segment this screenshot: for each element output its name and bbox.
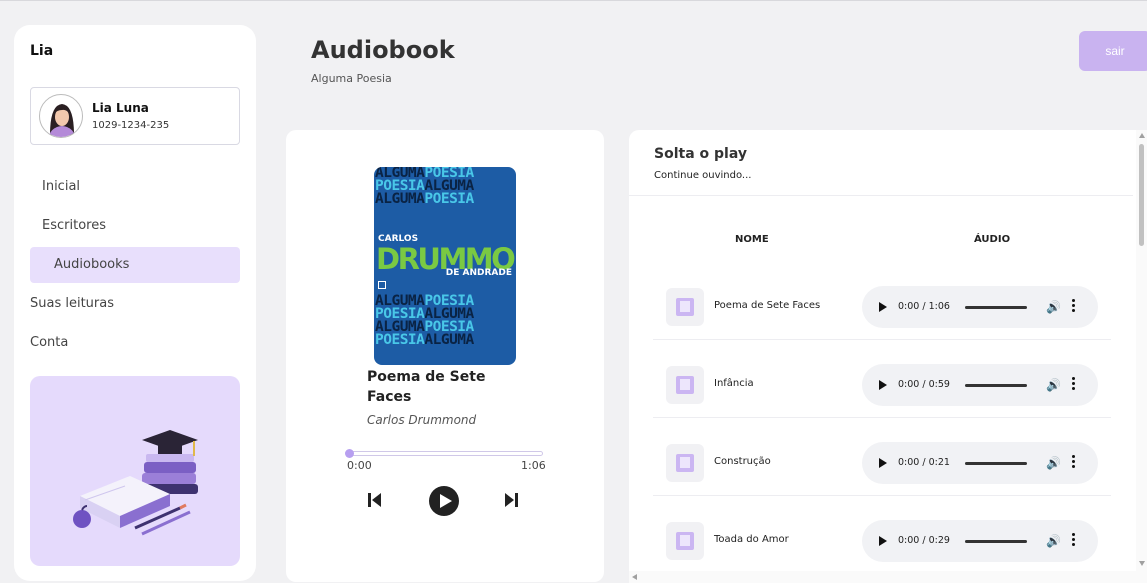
track-name: Toada do Amor [714, 534, 789, 545]
track-author: Carlos Drummond [367, 413, 477, 427]
cover-bottom-pattern: ALGUMAPOESIA POESIAALGUMA ALGUMAPOESIA P… [375, 293, 474, 348]
audio-player-card: ALGUMAPOESIA POESIAALGUMA ALGUMAPOESIA C… [286, 130, 604, 582]
audio-time: 0:00 / 0:59 [898, 379, 950, 390]
next-icon[interactable] [504, 492, 520, 512]
list-item: Toada do Amor 0:00 / 0:29 🔊 [653, 496, 1111, 574]
list-item: Infância 0:00 / 0:59 🔊 [653, 340, 1111, 418]
audio-time: 0:00 / 1:06 [898, 301, 950, 312]
scroll-up-icon[interactable] [1139, 133, 1145, 138]
play-icon[interactable] [879, 458, 887, 468]
sidebar-item-suas-leituras[interactable]: Suas leituras [30, 286, 240, 322]
audio-seek-bar[interactable] [965, 462, 1027, 465]
book-icon [666, 522, 704, 560]
vertical-scrollbar[interactable] [1136, 130, 1147, 583]
brand-name: Lia [30, 43, 54, 59]
scroll-thumb[interactable] [1139, 144, 1144, 246]
audio-seek-bar[interactable] [965, 384, 1027, 387]
list-title: Solta o play [654, 146, 747, 162]
play-icon[interactable] [879, 536, 887, 546]
cover-book-icon [378, 281, 386, 289]
track-name: Infância [714, 378, 754, 389]
book-icon [666, 366, 704, 404]
volume-icon[interactable]: 🔊 [1046, 534, 1061, 548]
book-icon [666, 288, 704, 326]
time-total: 1:06 [521, 459, 546, 472]
audio-seek-bar[interactable] [965, 540, 1027, 543]
volume-icon[interactable]: 🔊 [1046, 456, 1061, 470]
play-button[interactable] [428, 485, 460, 521]
sidebar-item-escritores[interactable]: Escritores [30, 208, 240, 244]
logout-button[interactable]: sair [1079, 31, 1147, 71]
audio-seek-bar[interactable] [965, 306, 1027, 309]
progress-handle[interactable] [345, 449, 354, 458]
more-options-icon[interactable] [1072, 455, 1076, 469]
list-subtitle: Continue ouvindo... [654, 170, 752, 181]
more-options-icon[interactable] [1072, 299, 1076, 313]
more-options-icon[interactable] [1072, 377, 1076, 391]
sidebar-item-inicial[interactable]: Inicial [30, 169, 240, 205]
divider [629, 195, 1133, 196]
list-item: Poema de Sete Faces 0:00 / 1:06 🔊 [653, 262, 1111, 340]
audio-time: 0:00 / 0:21 [898, 457, 950, 468]
sidebar: Lia Lia Luna 1029-1234-235 Inicial Escri… [14, 25, 256, 581]
time-current: 0:00 [347, 459, 372, 472]
cover-text-row: ALGUMAPOESIA [375, 191, 474, 207]
audio-list-panel: Solta o play Continue ouvindo... NOME ÁU… [629, 130, 1147, 583]
track-name: Poema de Sete Faces [714, 300, 821, 311]
volume-icon[interactable]: 🔊 [1046, 300, 1061, 314]
play-icon[interactable] [879, 302, 887, 312]
page-subtitle: Alguma Poesia [311, 72, 392, 85]
cover-author-last: DE ANDRADE [445, 268, 512, 278]
audio-control[interactable]: 0:00 / 0:21 🔊 [862, 442, 1098, 484]
audio-control[interactable]: 0:00 / 0:59 🔊 [862, 364, 1098, 406]
sidebar-item-audiobooks[interactable]: Audiobooks [30, 247, 240, 283]
profile-name: Lia Luna [92, 101, 149, 115]
avatar [39, 94, 83, 138]
book-icon [666, 444, 704, 482]
horizontal-scrollbar[interactable] [629, 571, 1136, 583]
volume-icon[interactable]: 🔊 [1046, 378, 1061, 392]
audio-control[interactable]: 0:00 / 0:29 🔊 [862, 520, 1098, 562]
more-options-icon[interactable] [1072, 533, 1076, 547]
play-icon[interactable] [879, 380, 887, 390]
track-name: Construção [714, 456, 771, 467]
column-header-audio: ÁUDIO [974, 234, 1011, 245]
books-illustration [30, 376, 240, 566]
list-item: Construção 0:00 / 0:21 🔊 [653, 418, 1111, 496]
profile-id: 1029-1234-235 [92, 120, 170, 131]
column-header-name: NOME [735, 234, 769, 245]
audio-control[interactable]: 0:00 / 1:06 🔊 [862, 286, 1098, 328]
previous-icon[interactable] [366, 492, 382, 512]
sidebar-nav: Inicial Escritores Audiobooks Suas leitu… [30, 169, 240, 364]
profile-card[interactable]: Lia Luna 1029-1234-235 [30, 87, 240, 145]
book-cover: ALGUMAPOESIA POESIAALGUMA ALGUMAPOESIA C… [374, 167, 516, 365]
audio-time: 0:00 / 0:29 [898, 535, 950, 546]
track-title: Poema de Sete Faces [367, 369, 486, 405]
scroll-left-icon[interactable] [632, 574, 637, 580]
sidebar-item-conta[interactable]: Conta [30, 325, 240, 361]
progress-bar[interactable] [345, 449, 543, 458]
scroll-down-icon[interactable] [1139, 561, 1145, 566]
page-title: Audiobook [311, 36, 455, 64]
